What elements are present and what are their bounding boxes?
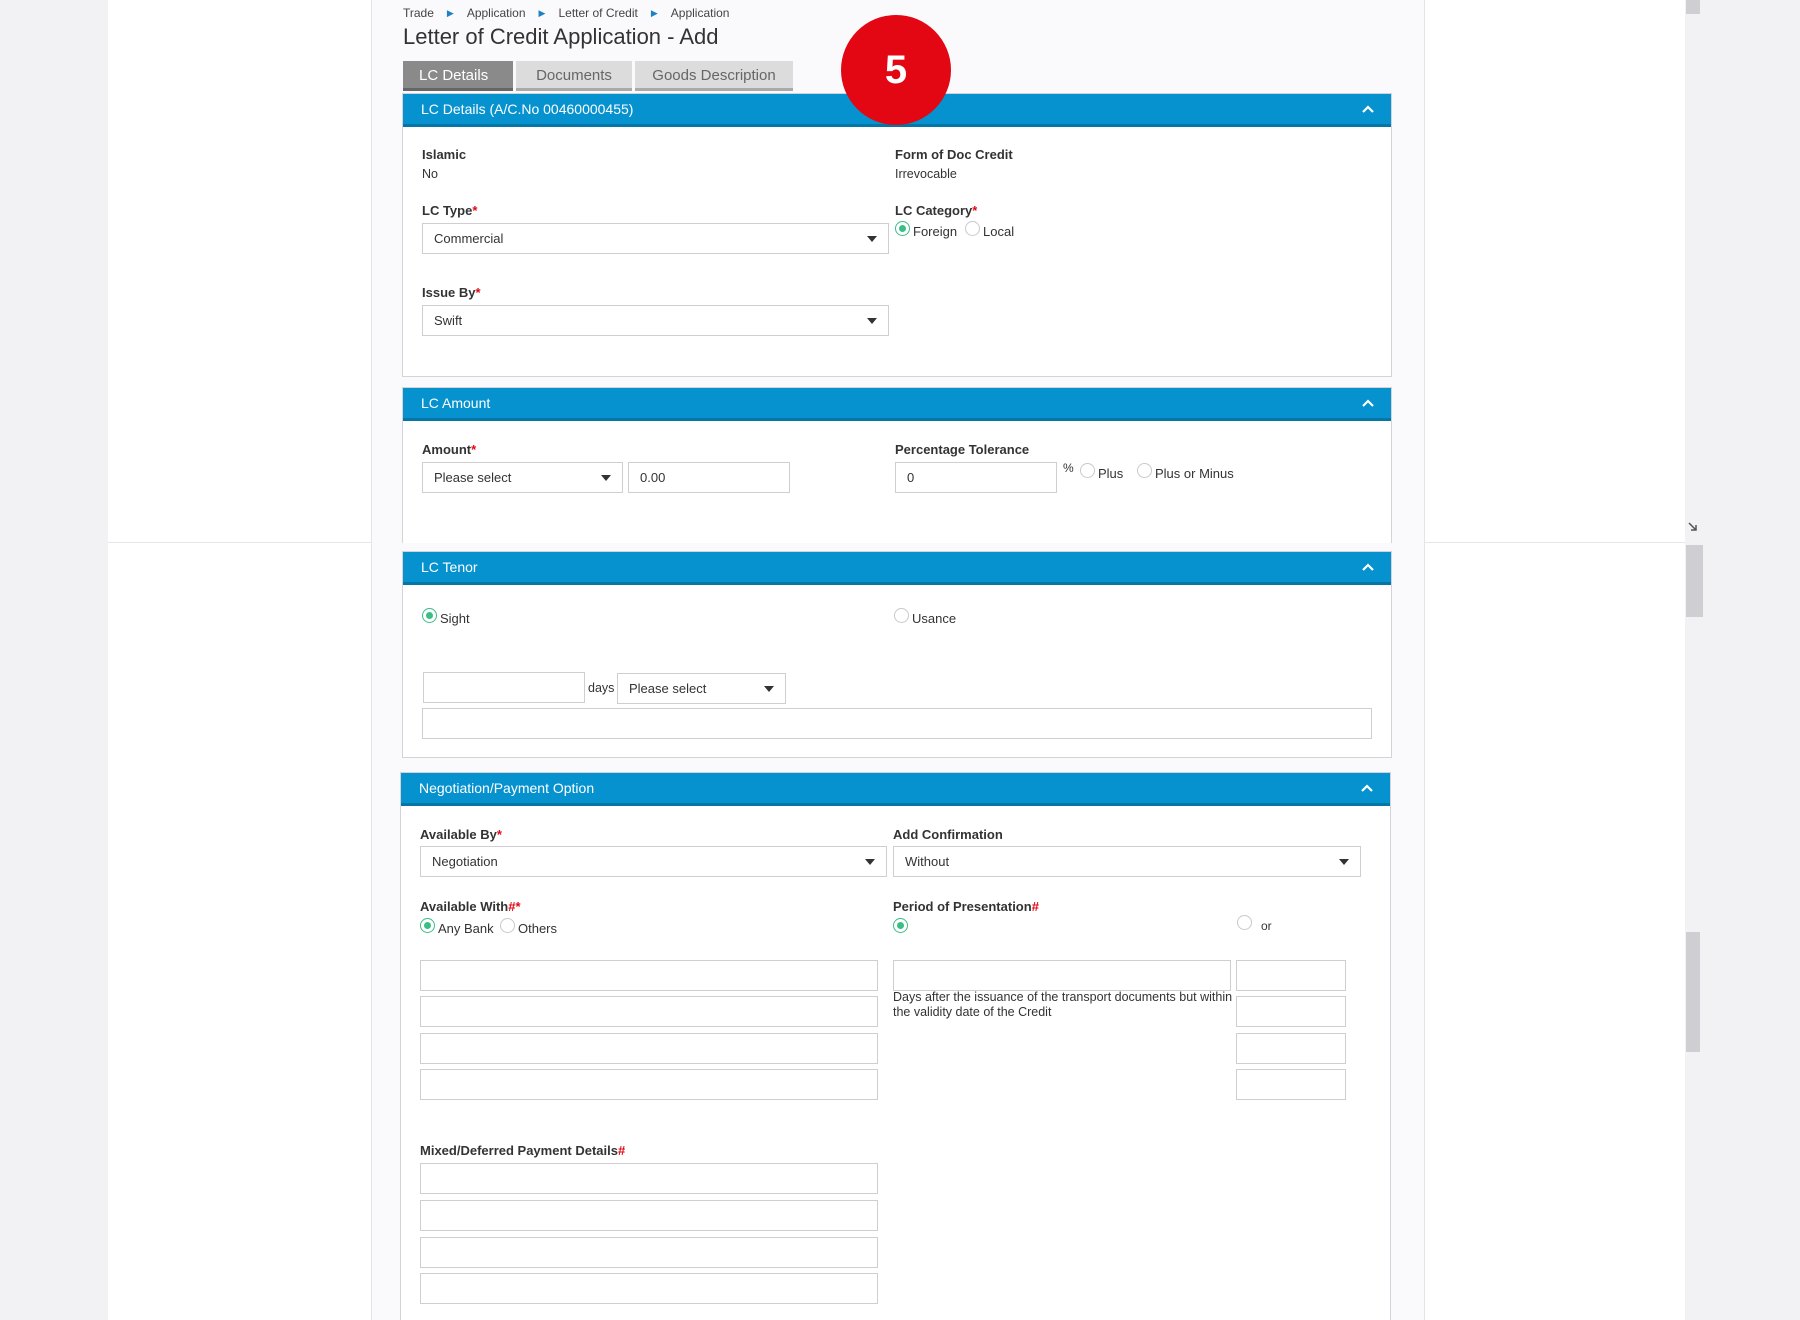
issue-by-select[interactable]: Swift [422, 305, 889, 336]
scroll-resize-icon [1688, 522, 1697, 531]
scrollbar-thumb[interactable] [1686, 545, 1703, 617]
add-confirmation-label: Add Confirmation [893, 827, 1003, 842]
mixed-payment-line-3[interactable] [420, 1237, 878, 1268]
islamic-label: Islamic [422, 147, 467, 162]
chevron-up-icon[interactable] [1359, 100, 1377, 118]
mixed-payment-line-2[interactable] [420, 1200, 878, 1231]
percent-sign: % [1063, 461, 1074, 475]
page-title: Letter of Credit Application - Add [403, 24, 719, 49]
section-title: LC Amount [421, 395, 491, 411]
radio-empty-icon [500, 918, 515, 933]
tab-documents[interactable]: Documents [516, 61, 632, 91]
dropdown-caret-icon [865, 859, 875, 865]
breadcrumb-separator-icon: ▶ [446, 7, 454, 18]
available-with-label: Available With#* [420, 899, 521, 914]
radio-selected-icon [895, 221, 910, 236]
radio-period-or[interactable]: or [1237, 915, 1272, 933]
radio-others[interactable]: Others [500, 918, 557, 936]
available-with-line-3[interactable] [420, 1033, 878, 1064]
dropdown-caret-icon [867, 318, 877, 324]
period-days-input[interactable] [893, 960, 1231, 991]
mixed-payment-line-4[interactable] [420, 1273, 878, 1304]
radio-plus-or-minus[interactable]: Plus or Minus [1137, 463, 1234, 481]
section-header-lc-amount[interactable]: LC Amount [403, 388, 1391, 421]
dropdown-caret-icon [1339, 859, 1349, 865]
dropdown-caret-icon [601, 475, 611, 481]
section-header-negotiation[interactable]: Negotiation/Payment Option [401, 773, 1390, 806]
period-other-line-3[interactable] [1236, 1033, 1346, 1064]
radio-empty-icon [1237, 915, 1252, 930]
amount-input[interactable]: 0.00 [628, 462, 790, 493]
islamic-value: No [422, 167, 438, 181]
lc-category-label: LC Category* [895, 203, 978, 218]
form-of-doc-credit-label: Form of Doc Credit [895, 147, 1013, 162]
available-with-line-2[interactable] [420, 996, 878, 1027]
tab-lc-details[interactable]: LC Details [403, 61, 513, 91]
scrollbar-thumb-top[interactable] [1686, 0, 1700, 14]
tolerance-input[interactable]: 0 [895, 462, 1057, 493]
tenor-days-input[interactable] [423, 672, 585, 703]
radio-empty-icon [1137, 463, 1152, 478]
mixed-payment-line-1[interactable] [420, 1163, 878, 1194]
available-by-select[interactable]: Negotiation [420, 846, 887, 877]
tab-bar: LC Details Documents Goods Description [403, 61, 796, 91]
lc-type-label: LC Type* [422, 203, 478, 218]
radio-selected-icon [422, 608, 437, 623]
issue-by-label: Issue By* [422, 285, 481, 300]
breadcrumb: Trade ▶ Application ▶ Letter of Credit ▶… [403, 6, 729, 20]
period-other-line-4[interactable] [1236, 1069, 1346, 1100]
breadcrumb-trade[interactable]: Trade [403, 6, 434, 20]
radio-selected-icon [420, 918, 435, 933]
currency-select[interactable]: Please select [422, 462, 623, 493]
period-of-presentation-label: Period of Presentation# [893, 899, 1039, 914]
add-confirmation-select[interactable]: Without [893, 846, 1361, 877]
form-of-doc-credit-value: Irrevocable [895, 167, 957, 181]
dropdown-caret-icon [764, 686, 774, 692]
breadcrumb-application-current: Application [670, 6, 730, 20]
radio-empty-icon [1080, 463, 1095, 478]
section-title: LC Details (A/C.No 00460000455) [421, 101, 634, 117]
radio-foreign[interactable]: Foreign [895, 221, 957, 239]
section-title: Negotiation/Payment Option [419, 780, 595, 796]
radio-selected-icon [893, 918, 908, 933]
tab-goods-description[interactable]: Goods Description [635, 61, 793, 91]
available-by-label: Available By* [420, 827, 502, 842]
radio-empty-icon [965, 221, 980, 236]
radio-usance[interactable]: Usance [894, 608, 956, 626]
radio-empty-icon [894, 608, 909, 623]
dropdown-caret-icon [867, 236, 877, 242]
days-label: days [588, 681, 615, 695]
breadcrumb-separator-icon: ▶ [538, 7, 546, 18]
radio-local[interactable]: Local [965, 221, 1014, 239]
radio-plus[interactable]: Plus [1080, 463, 1123, 481]
breadcrumb-application[interactable]: Application [467, 6, 526, 20]
section-title: LC Tenor [421, 559, 478, 575]
tenor-type-select[interactable]: Please select [617, 673, 786, 704]
period-other-line-1[interactable] [1236, 960, 1346, 991]
scrollbar-thumb-lower[interactable] [1686, 932, 1700, 1052]
chevron-up-icon[interactable] [1359, 558, 1377, 576]
period-note: Days after the issuance of the transport… [893, 990, 1233, 1019]
tenor-details-input[interactable] [422, 708, 1372, 739]
percentage-tolerance-label: Percentage Tolerance [895, 442, 1030, 457]
available-with-line-4[interactable] [420, 1069, 878, 1100]
section-header-lc-tenor[interactable]: LC Tenor [403, 552, 1391, 585]
step-number-badge: 5 [841, 15, 951, 125]
breadcrumb-separator-icon: ▶ [650, 7, 658, 18]
radio-sight[interactable]: Sight [422, 608, 470, 626]
chevron-up-icon[interactable] [1358, 779, 1376, 797]
available-with-line-1[interactable] [420, 960, 878, 991]
amount-label: Amount* [422, 442, 477, 457]
lc-type-select[interactable]: Commercial [422, 223, 889, 254]
radio-any-bank[interactable]: Any Bank [420, 918, 494, 936]
radio-period-days[interactable] [893, 918, 911, 936]
mixed-deferred-payment-label: Mixed/Deferred Payment Details# [420, 1143, 626, 1158]
chevron-up-icon[interactable] [1359, 394, 1377, 412]
period-other-line-2[interactable] [1236, 996, 1346, 1027]
breadcrumb-letter-of-credit[interactable]: Letter of Credit [558, 6, 637, 20]
